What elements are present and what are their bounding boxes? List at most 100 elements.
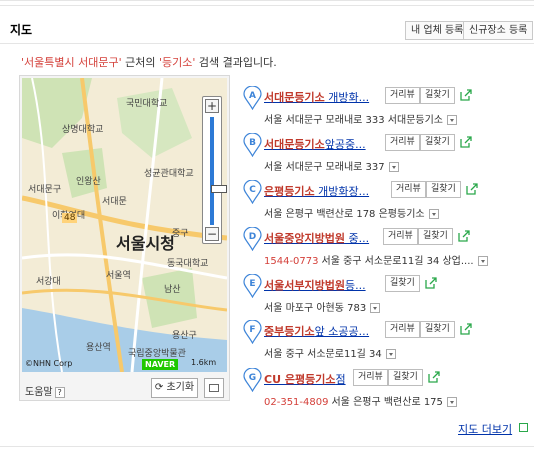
map-canvas[interactable]: 국민대학교 상명대학교 인왕산 서대문구 성균관대학교 서대문 서울시청 중구 … (22, 78, 227, 372)
bottom-divider (0, 446, 534, 447)
result-keyword: 은평등기소 (264, 185, 315, 198)
share-icon[interactable] (428, 371, 440, 383)
result-name-rest: 개방화장... (314, 185, 370, 198)
result-name-link[interactable]: 은평등기소 개방화장... (264, 183, 388, 199)
result-name-link[interactable]: 서울중앙지방법원 중... (264, 230, 380, 246)
help-link[interactable]: 도움말? (25, 383, 65, 398)
result-name-rest: 앞공중... (324, 138, 366, 151)
map-label-museum: 국립중앙박물관 (128, 349, 186, 359)
directions-button[interactable]: 길찾기 (420, 134, 455, 151)
fullscreen-button[interactable] (204, 378, 224, 398)
fullscreen-icon (209, 384, 219, 392)
map-label-yongsangu: 용산구 (172, 331, 197, 341)
share-icon[interactable] (458, 230, 470, 242)
register-new-place-button[interactable]: 신규장소 등록 (463, 21, 534, 40)
zoom-in-button[interactable]: + (205, 99, 219, 113)
result-address: 서울 서대문구 모래내로 337 (264, 162, 385, 173)
result-name-link[interactable]: 서대문등기소 개방화... (264, 89, 382, 105)
result-name-link[interactable]: 서대문등기소앞공중... (264, 136, 382, 152)
summary-suffix: 검색 결과입니다. (195, 56, 277, 69)
result-address-line: 서울 중구 서소문로11길 34 (264, 345, 396, 360)
map-marker-icon[interactable]: D (243, 227, 262, 251)
result-address-line: 서울 서대문구 모래내로 333 서대문등기소 (264, 111, 458, 126)
result-name-link[interactable]: CU 은평등기소점 (264, 371, 350, 387)
directions-button[interactable]: 길찾기 (388, 369, 423, 386)
share-icon[interactable] (466, 183, 478, 195)
map-marker-icon[interactable]: F (243, 320, 262, 344)
address-dropdown-icon[interactable] (388, 162, 399, 172)
top-divider (0, 0, 534, 6)
map-marker-icon[interactable]: A (243, 86, 262, 110)
map-label-skku: 성균관대학교 (144, 169, 194, 179)
map-label-seoul-station: 서울역 (106, 271, 131, 281)
map-label-sangmyung: 상명대학교 (62, 125, 104, 135)
map-marker-icon[interactable]: C (243, 180, 262, 204)
address-dropdown-icon[interactable] (446, 397, 457, 407)
share-icon[interactable] (460, 323, 472, 335)
summary-keyword: '등기소' (158, 56, 196, 69)
street-view-button[interactable]: 거리뷰 (385, 321, 420, 338)
directions-button[interactable]: 길찾기 (426, 181, 461, 198)
share-icon[interactable] (460, 89, 472, 101)
address-dropdown-icon[interactable] (477, 256, 488, 266)
map-label-namsan: 남산 (164, 285, 181, 295)
map-label-city-hall: 서울시청 (116, 234, 175, 253)
street-view-button[interactable]: 거리뷰 (391, 181, 426, 198)
result-address: 서울 중구 서소문로11길 34 상업.... (321, 256, 474, 267)
share-icon[interactable] (425, 277, 437, 289)
reset-label: 초기화 (166, 382, 195, 393)
result-phone: 02-351-4809 (264, 397, 329, 408)
zoom-out-button[interactable]: − (205, 227, 219, 241)
result-keyword: 서울중앙지방법원 (264, 232, 345, 245)
result-item: E 서울서부지방법원등... 길찾기 서울 마포구 아현동 783 (243, 274, 533, 320)
result-address: 서울 서대문구 모래내로 333 서대문등기소 (264, 115, 444, 126)
help-icon: ? (54, 386, 65, 398)
address-dropdown-icon[interactable] (447, 115, 458, 125)
street-view-button[interactable]: 거리뷰 (385, 87, 420, 104)
result-keyword: 서대문등기소 (264, 138, 325, 151)
zoom-slider-handle[interactable] (211, 185, 227, 193)
section-header: 지도 내 업체 등록 신규장소 등록 (0, 14, 534, 44)
result-address: 서울 은평구 백련산로 178 은평등기소 (264, 209, 425, 220)
map-label-sogang: 서강대 (36, 277, 61, 287)
map-label-yongsan-station: 용산역 (86, 343, 111, 353)
marker-letter: A (249, 91, 256, 101)
road-number-badge: 48 (62, 213, 78, 223)
map-label-kookmin: 국민대학교 (126, 99, 168, 109)
zoom-track[interactable] (210, 117, 227, 225)
result-address-line: 1544-0773 서울 중구 서소문로11길 34 상업.... (264, 252, 488, 267)
result-item: B 서대문등기소앞공중... 거리뷰 길찾기 서울 서대문구 모래내로 337 (243, 133, 533, 179)
directions-button[interactable]: 길찾기 (420, 321, 455, 338)
share-icon[interactable] (460, 136, 472, 148)
map-label-seodaemun: 서대문 (102, 197, 127, 207)
result-address: 서울 은평구 백련산로 175 (331, 397, 443, 408)
result-name-rest: 중... (344, 232, 370, 245)
street-view-button[interactable]: 거리뷰 (385, 134, 420, 151)
more-map-link[interactable]: 지도 더보기 (458, 421, 512, 437)
result-keyword: CU 은평등기소 (264, 373, 336, 386)
result-name-rest: 점 (335, 373, 346, 386)
directions-button[interactable]: 길찾기 (418, 228, 453, 245)
result-name-link[interactable]: 중부등기소앞 소공공... (264, 323, 382, 339)
map-panel: 국민대학교 상명대학교 인왕산 서대문구 성균관대학교 서대문 서울시청 중구 … (19, 75, 230, 401)
marker-letter: D (249, 232, 256, 242)
search-summary: '서울특별시 서대문구' 근처의 '등기소' 검색 결과입니다. (21, 54, 277, 70)
map-reset-button[interactable]: ⟳ 초기화 (151, 378, 198, 398)
map-copyright: ©NHN Corp (25, 359, 73, 368)
street-view-button[interactable]: 거리뷰 (353, 369, 388, 386)
map-marker-icon[interactable]: E (243, 274, 262, 298)
result-name-link[interactable]: 서울서부지방법원등... (264, 277, 382, 293)
directions-button[interactable]: 길찾기 (420, 87, 455, 104)
marker-letter: C (249, 185, 256, 195)
directions-button[interactable]: 길찾기 (385, 275, 420, 292)
map-label-dongguk: 동국대학교 (167, 259, 209, 269)
map-marker-icon[interactable]: G (243, 368, 262, 392)
register-business-button[interactable]: 내 업체 등록 (405, 21, 470, 40)
result-address-line: 서울 서대문구 모래내로 337 (264, 158, 399, 173)
map-marker-icon[interactable]: B (243, 133, 262, 157)
address-dropdown-icon[interactable] (370, 303, 381, 313)
street-view-button[interactable]: 거리뷰 (383, 228, 418, 245)
address-dropdown-icon[interactable] (428, 209, 439, 219)
address-dropdown-icon[interactable] (385, 349, 396, 359)
help-label: 도움말 (25, 387, 53, 398)
